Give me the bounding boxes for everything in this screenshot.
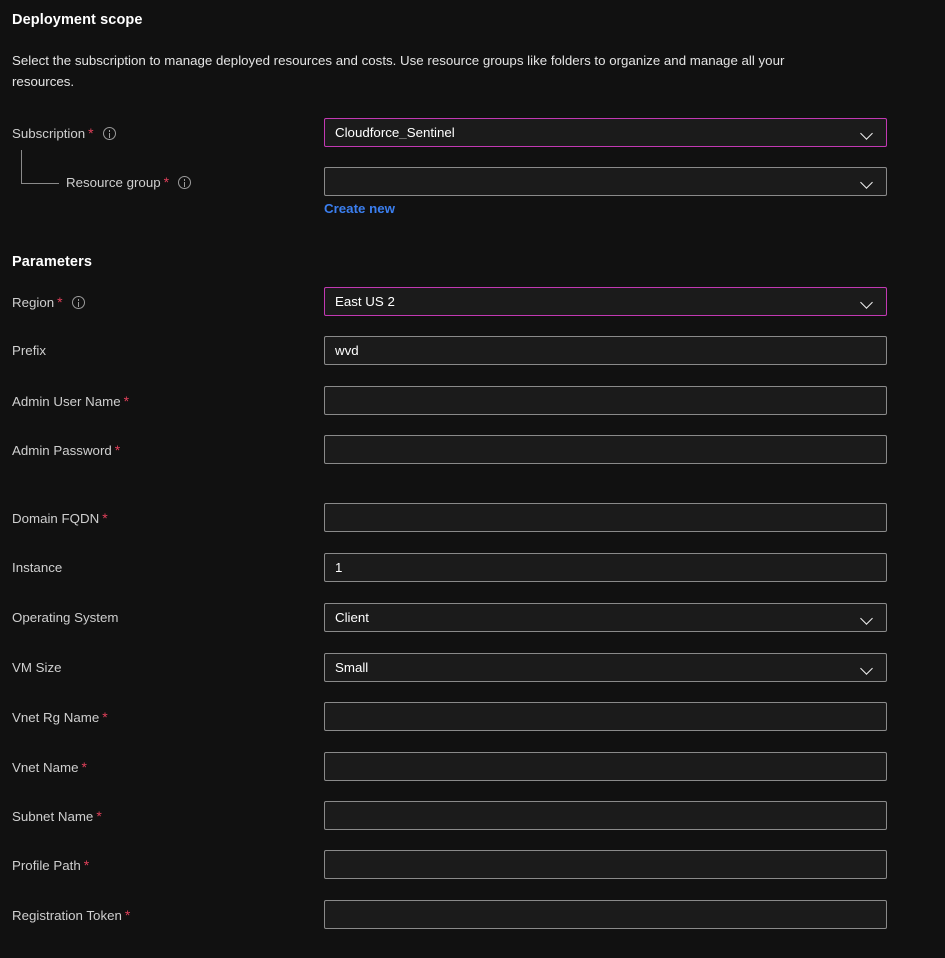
parameter-input[interactable] <box>324 900 887 929</box>
required-asterisk: * <box>102 709 108 725</box>
parameter-label-text: Registration Token <box>12 908 122 923</box>
deployment-scope-heading: Deployment scope <box>12 12 143 28</box>
parameter-label: Registration Token * <box>12 900 130 930</box>
parameter-row: Vnet Name * <box>0 752 945 782</box>
parameter-input[interactable] <box>324 435 887 464</box>
parameter-row: Registration Token * <box>0 900 945 930</box>
parameter-label-text: Admin User Name <box>12 394 121 409</box>
chevron-down-icon <box>860 610 876 626</box>
parameter-label: Profile Path * <box>12 850 89 880</box>
parameter-label-text: Subnet Name <box>12 809 94 824</box>
parameter-label: VM Size <box>12 653 62 683</box>
parameter-input[interactable] <box>324 801 887 830</box>
parameter-label-text: Domain FQDN <box>12 511 100 526</box>
chevron-down-icon <box>860 125 876 141</box>
parameter-row: Admin User Name * <box>0 386 945 416</box>
subscription-row: Subscription * Cloudforce_Sentinel <box>0 118 945 148</box>
parameter-label: Instance <box>12 553 62 583</box>
parameter-label-text: VM Size <box>12 660 62 675</box>
deployment-form-page: Deployment scope Select the subscription… <box>0 0 945 958</box>
parameter-label-text: Vnet Rg Name <box>12 710 100 725</box>
parameter-value: East US 2 <box>335 294 395 309</box>
parameter-label: Prefix <box>12 336 46 366</box>
parameter-input[interactable]: wvd <box>324 336 887 365</box>
chevron-down-icon <box>860 174 876 190</box>
required-asterisk: * <box>123 393 130 409</box>
subscription-dropdown[interactable]: Cloudforce_Sentinel <box>324 118 887 147</box>
resource-group-label-text: Resource group <box>66 175 161 190</box>
info-icon[interactable] <box>71 296 85 309</box>
parameter-input[interactable] <box>324 386 887 415</box>
required-asterisk: * <box>57 294 63 310</box>
parameter-label: Vnet Rg Name * <box>12 702 108 732</box>
resource-group-row: Resource group * <box>0 167 945 197</box>
required-asterisk: * <box>96 808 102 824</box>
parameter-value: 1 <box>335 560 343 575</box>
parameter-input[interactable] <box>324 702 887 731</box>
parameter-row: Subnet Name * <box>0 801 945 831</box>
parameter-value: Small <box>335 660 369 675</box>
deployment-scope-description: Select the subscription to manage deploy… <box>12 53 785 89</box>
parameter-label: Admin Password * <box>12 435 120 465</box>
parameter-label: Vnet Name * <box>12 752 87 782</box>
parameter-row: Operating System Client <box>0 603 945 633</box>
resource-group-dropdown[interactable] <box>324 167 887 196</box>
parameter-row: Instance 1 <box>0 553 945 583</box>
parameter-input[interactable]: 1 <box>324 553 887 582</box>
info-icon[interactable] <box>178 176 192 189</box>
parameter-row: VM Size Small <box>0 653 945 683</box>
info-icon[interactable] <box>102 127 116 140</box>
parameter-dropdown[interactable]: Client <box>324 603 887 632</box>
required-asterisk: * <box>124 907 131 923</box>
parameters-heading: Parameters <box>12 254 92 270</box>
parameter-label-text: Vnet Name <box>12 760 79 775</box>
parameter-value: wvd <box>335 343 359 358</box>
subscription-label-text: Subscription <box>12 126 86 141</box>
parameter-dropdown[interactable]: East US 2 <box>324 287 887 316</box>
parameter-label: Region * <box>12 287 85 317</box>
parameter-row: Prefix wvd <box>0 336 945 366</box>
parameter-label-text: Profile Path <box>12 858 81 873</box>
required-asterisk: * <box>102 510 108 526</box>
parameter-value: Client <box>335 610 369 625</box>
required-asterisk: * <box>81 759 87 775</box>
parameter-label-text: Region <box>12 295 55 310</box>
subscription-value: Cloudforce_Sentinel <box>335 125 455 140</box>
required-asterisk: * <box>114 442 121 458</box>
required-asterisk: * <box>88 125 94 141</box>
parameter-label-text: Instance <box>12 560 63 575</box>
parameter-input[interactable] <box>324 850 887 879</box>
required-asterisk: * <box>83 857 90 873</box>
parameter-dropdown[interactable]: Small <box>324 653 887 682</box>
chevron-down-icon <box>860 294 876 310</box>
parameter-row: Profile Path * <box>0 850 945 880</box>
parameter-row: Domain FQDN * <box>0 503 945 533</box>
parameter-label: Subnet Name * <box>12 801 102 831</box>
create-new-link[interactable]: Create new <box>324 201 395 216</box>
parameter-label: Operating System <box>12 603 118 633</box>
parameter-input[interactable] <box>324 752 887 781</box>
parameter-label: Admin User Name * <box>12 386 129 416</box>
parameter-label-text: Operating System <box>12 610 119 625</box>
parameter-row: Region * East US 2 <box>0 287 945 317</box>
required-asterisk: * <box>163 174 170 190</box>
parameter-row: Vnet Rg Name * <box>0 702 945 732</box>
chevron-down-icon <box>860 660 876 676</box>
parameter-row: Admin Password * <box>0 435 945 465</box>
resource-group-label: Resource group * <box>66 167 192 197</box>
parameter-input[interactable] <box>324 503 887 532</box>
subscription-label: Subscription * <box>12 118 116 148</box>
parameter-label: Domain FQDN * <box>12 503 108 533</box>
parameter-label-text: Prefix <box>12 343 46 358</box>
parameter-label-text: Admin Password <box>12 443 112 458</box>
